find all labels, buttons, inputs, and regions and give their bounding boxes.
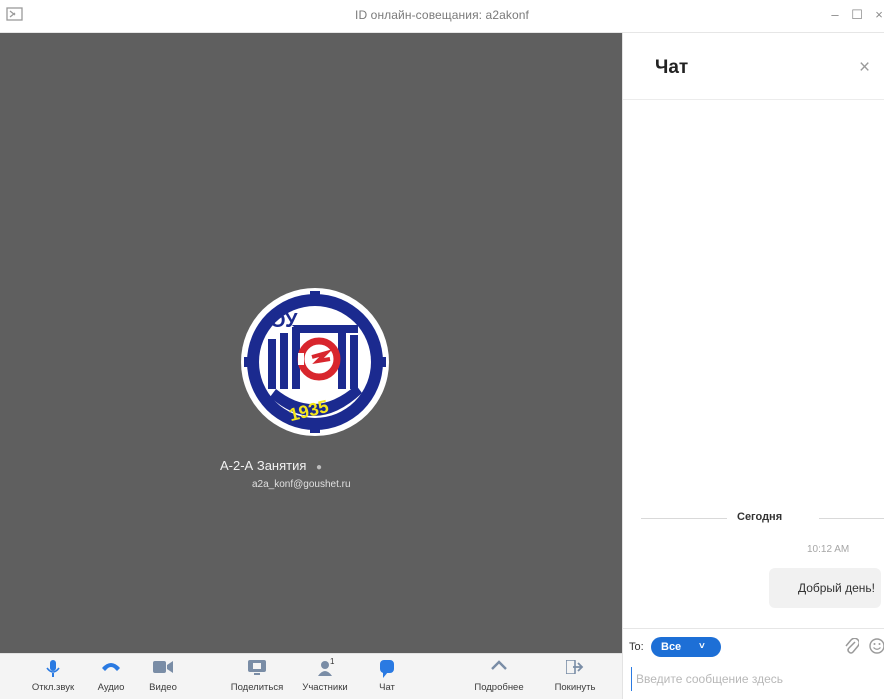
share-button[interactable]: Поделиться <box>222 656 292 699</box>
chat-label: Чат <box>379 682 395 693</box>
chat-icon <box>352 656 422 682</box>
share-label: Поделиться <box>230 682 284 693</box>
maximize-button[interactable]: ☐ <box>850 6 864 24</box>
participants-button[interactable]: 1 Участники <box>290 656 360 699</box>
chat-button[interactable]: Чат <box>352 656 422 699</box>
video-area: ОУ 1935 А-2-А Занятия ● a2a_konf@goushet… <box>0 33 622 653</box>
participant-email: a2a_konf@goushet.ru <box>252 479 351 490</box>
close-window-button[interactable]: × <box>872 6 884 24</box>
participants-icon <box>290 656 360 682</box>
more-button[interactable]: Подробнее <box>464 656 534 699</box>
leave-button[interactable]: Покинуть <box>540 656 610 699</box>
date-separator-label: Сегодня <box>737 511 783 523</box>
share-screen-icon <box>222 656 292 682</box>
chat-panel: Чат × Сегодня 10:12 AM Добрый день! To: … <box>622 33 884 699</box>
avatar-letters: ОУ <box>270 310 298 332</box>
message-timestamp: 10:12 AM <box>807 544 850 555</box>
date-separator: Сегодня <box>641 510 884 526</box>
video-camera-icon <box>128 656 198 682</box>
emoji-icon[interactable] <box>869 638 884 659</box>
minimize-button[interactable]: – <box>828 6 842 24</box>
more-label: Подробнее <box>474 682 524 693</box>
message-input[interactable] <box>631 667 879 691</box>
leave-icon <box>540 656 610 682</box>
divider <box>819 518 884 519</box>
chat-title: Чат <box>655 57 689 78</box>
video-button[interactable]: Видео <box>128 656 198 699</box>
window-title: ID онлайн-совещания: a2akonf <box>355 8 529 22</box>
chat-header: Чат × <box>623 33 884 100</box>
meeting-toolbar: Откл.звук Аудио Видео Поделиться 1 Участ… <box>0 653 622 699</box>
attach-file-icon[interactable] <box>845 637 861 659</box>
video-label: Видео <box>149 682 177 693</box>
participants-count-badge: 1 <box>330 657 335 666</box>
recipient-dropdown[interactable]: Все ˅ <box>651 637 721 657</box>
chat-compose: To: Все ˅ <box>623 628 884 699</box>
chevron-down-icon: ˅ <box>699 641 705 652</box>
chat-message: Добрый день! <box>769 568 881 608</box>
leave-label: Покинуть <box>554 682 596 693</box>
muted-indicator-icon: ● <box>316 462 323 473</box>
participants-label: Участники <box>302 682 348 693</box>
recipient-value: Все <box>661 641 682 653</box>
chevron-up-icon <box>464 656 534 682</box>
participant-name-row: А-2-А Занятия ● <box>220 458 420 473</box>
to-label: To: <box>629 641 644 653</box>
participant-avatar: ОУ 1935 <box>240 287 390 437</box>
participant-name: А-2-А Занятия <box>220 458 307 473</box>
divider <box>641 518 727 519</box>
chat-close-button[interactable]: × <box>859 57 870 79</box>
window-titlebar: ID онлайн-совещания: a2akonf – ☐ × <box>0 0 884 33</box>
